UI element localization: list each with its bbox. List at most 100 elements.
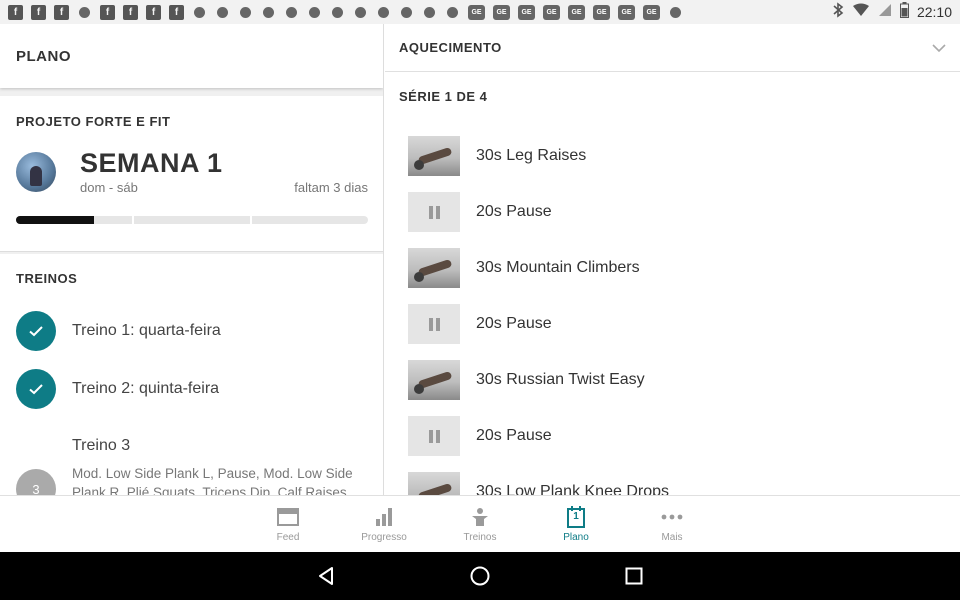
signal-icon [878,3,892,22]
workout-name: Treino 3 [72,437,131,454]
facebook-icon: f [146,4,161,20]
workouts-card: TREINOS Treino 1: quarta-feira Treino 2:… [0,254,383,495]
facebook-icon: f [54,4,69,20]
workout-name: Treino 2: quinta-feira [72,380,220,397]
cloud-icon [445,5,460,20]
exercise-list: 30s Leg Raises 20s Pause 30s Mountain Clim… [408,128,948,495]
nav-label: Plano [563,531,589,543]
nav-label: Mais [661,531,683,543]
nav-label: Progresso [361,531,407,543]
back-icon[interactable] [314,564,338,588]
body-icon [468,506,492,528]
image-icon [261,5,276,20]
exercise-name: 30s Leg Raises [476,147,587,164]
exercise-name: 30s Low Plank Knee Drops [476,483,669,495]
exercise-name: 20s Pause [476,427,552,444]
exercise-thumbnail [408,472,460,495]
status-right: 22:10 [832,1,952,23]
ge-badge-icon: GE [593,4,610,20]
home-icon[interactable] [468,564,492,588]
nav-item-feed[interactable]: Feed [240,496,336,552]
battery-icon [899,1,909,23]
exercise-name: 30s Mountain Climbers [476,259,640,276]
stopwatch-icon [353,5,368,20]
exercise-row[interactable]: 20s Pause [408,296,948,352]
check-icon [16,311,56,351]
plan-card[interactable]: PROJETO FORTE E FIT SEMANA 1 dom - sáb f… [0,96,383,252]
exercise-row[interactable]: 30s Low Plank Knee Drops [408,464,948,495]
exercise-name: 20s Pause [476,315,552,332]
nav-item-plano[interactable]: 1 Plano [528,496,624,552]
messenger-icon [238,5,253,20]
ge-badge-icon: GE [618,4,635,20]
workout-item[interactable]: Treino 2: quinta-feira [16,369,376,409]
feed-icon [276,506,300,528]
plan-title: PROJETO FORTE E FIT [16,114,171,129]
exercise-row[interactable]: 20s Pause [408,184,948,240]
progress-segment [252,216,368,224]
exercise-row[interactable]: 30s Russian Twist Easy [408,352,948,408]
workout-description: Mod. Low Side Plank L, Pause, Mod. Low S… [72,466,353,495]
clock: 22:10 [916,4,952,20]
check-icon [16,369,56,409]
nav-item-treinos[interactable]: Treinos [432,496,528,552]
facebook-icon: f [123,4,138,20]
progress-segment [16,216,132,224]
workout-item[interactable]: 3 Treino 3 Mod. Low Side Plank L, Pause,… [16,429,376,495]
pause-icon [408,304,460,344]
boat-icon [284,5,299,20]
bluetooth-icon [832,1,844,23]
bottom-navigation: Feed Progresso Treinos 1 Plano Mais [0,495,960,552]
adidas-icon [422,5,437,20]
more-icon [660,506,684,528]
chevron-down-icon[interactable] [932,41,946,55]
cloud-icon [376,5,391,20]
recents-icon[interactable] [622,564,646,588]
shoe-icon [215,5,230,20]
facebook-icon: f [169,4,184,20]
bar-chart-icon [372,506,396,528]
nav-item-mais[interactable]: Mais [624,496,720,552]
exercise-thumbnail [408,248,460,288]
nav-label: Treinos [463,531,497,543]
exercise-thumbnail [408,136,460,176]
nav-item-progresso[interactable]: Progresso [336,496,432,552]
exercise-row[interactable]: 30s Mountain Climbers [408,240,948,296]
youtube-icon [330,5,345,20]
hand-icon [77,5,92,20]
warmup-panel: AQUECIMENTO SÉRIE 1 DE 4 30s Leg Raises 2… [385,24,960,495]
system-navigation-bar [0,552,960,600]
status-bar: f f f f f f f GE GE GE GE GE GE GE GE 22:10 [0,0,960,24]
ge-badge-icon: GE [493,4,510,20]
facebook-icon: f [100,4,115,20]
workout-name: Treino 1: quarta-feira [72,322,221,339]
pause-icon [408,192,460,232]
notification-icons: f f f f f f f GE GE GE GE GE GE GE GE [8,4,832,20]
series-title: SÉRIE 1 DE 4 [399,89,488,104]
nav-label: Feed [276,531,300,543]
week-progress-bar [16,216,368,224]
exercise-row[interactable]: 30s Leg Raises [408,128,948,184]
ge-badge-icon: GE [543,4,560,20]
ge-badge-icon: GE [643,4,660,20]
exercise-row[interactable]: 20s Pause [408,408,948,464]
runtastic-icon [668,5,683,20]
week-days: dom - sáb [80,180,138,195]
week-label: SEMANA 1 [80,148,223,178]
calendar-icon: 1 [564,505,588,528]
exercise-name: 20s Pause [476,203,552,220]
sticker-icon [399,5,414,20]
exercise-thumbnail [408,360,460,400]
dog-icon [192,5,207,20]
ge-badge-icon: GE [518,4,535,20]
workouts-title: TREINOS [16,271,78,286]
warmup-title: AQUECIMENTO [399,40,502,55]
page-title: PLANO [0,24,383,88]
workout-number-badge: 3 [16,469,56,495]
workout-item[interactable]: Treino 1: quarta-feira [16,311,376,351]
facebook-icon: f [31,4,46,20]
warmup-header[interactable]: AQUECIMENTO [385,24,960,72]
wifi-icon [852,3,870,22]
plan-panel: PLANO PROJETO FORTE E FIT SEMANA 1 dom -… [0,24,384,495]
exercise-name: 30s Russian Twist Easy [476,371,645,388]
